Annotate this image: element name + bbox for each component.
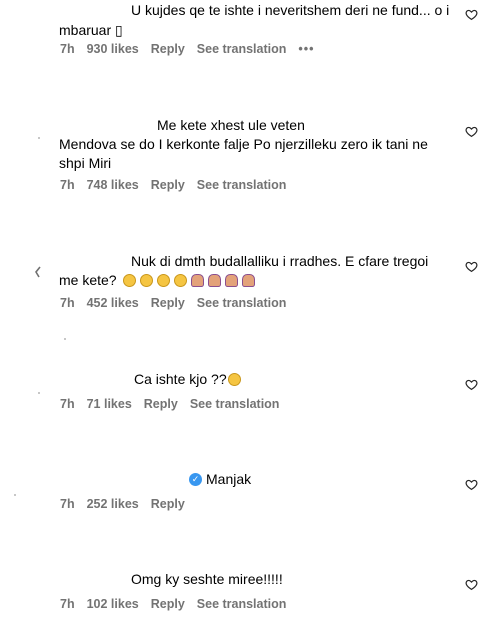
avatar-fragment — [35, 266, 41, 278]
see-translation-link[interactable]: See translation — [197, 597, 287, 611]
comment-meta: 7h 748 likes Reply See translation — [60, 178, 286, 192]
heart-outline-icon[interactable] — [465, 478, 478, 491]
reply-button[interactable]: Reply — [144, 397, 178, 411]
likes-count[interactable]: 930 likes — [87, 42, 139, 56]
comment-text-wrap: ✓ Manjak — [189, 470, 251, 489]
laughing-emoji-icon — [227, 373, 241, 386]
comment-text-line2-wrap: me kete? — [59, 271, 257, 290]
reply-button[interactable]: Reply — [151, 42, 185, 56]
timestamp: 7h — [60, 397, 75, 411]
rolling-eyes-emoji-icon — [156, 274, 170, 287]
speck — [64, 338, 66, 340]
heart-outline-icon[interactable] — [465, 378, 478, 391]
comment-meta: 7h 71 likes Reply See translation — [60, 397, 279, 411]
comment-text: Nuk di dmth budallalliku i rradhes. E cf… — [131, 253, 429, 269]
comment-meta: 7h 102 likes Reply See translation — [60, 597, 286, 611]
see-translation-link[interactable]: See translation — [197, 178, 287, 192]
timestamp: 7h — [60, 178, 75, 192]
reply-button[interactable]: Reply — [151, 497, 185, 511]
heart-outline-icon[interactable] — [465, 260, 478, 273]
likes-count[interactable]: 452 likes — [87, 296, 139, 310]
likes-count[interactable]: 252 likes — [87, 497, 139, 511]
emoji-group — [122, 274, 257, 287]
comment-text-line3: shpi Miri — [59, 155, 112, 171]
heart-outline-icon[interactable] — [465, 8, 478, 21]
see-translation-link[interactable]: See translation — [190, 397, 280, 411]
rolling-eyes-emoji-icon — [139, 274, 153, 287]
avatar-fragment — [14, 494, 16, 496]
timestamp: 7h — [60, 42, 75, 56]
see-translation-link[interactable]: See translation — [197, 42, 287, 56]
rolling-eyes-emoji-icon — [173, 274, 187, 287]
avatar-fragment — [38, 137, 40, 139]
reply-button[interactable]: Reply — [151, 178, 185, 192]
comment-text: Me kete xhest ule veten — [157, 117, 305, 133]
comment-text-line2: me kete? — [59, 272, 117, 288]
likes-count[interactable]: 102 likes — [87, 597, 139, 611]
reply-button[interactable]: Reply — [151, 296, 185, 310]
likes-count[interactable]: 71 likes — [87, 397, 132, 411]
facepalm-emoji-icon — [190, 274, 204, 287]
comment-text: U kujdes qe te ishte i neveritshem deri … — [131, 2, 450, 18]
comment-text: Ca ishte kjo ?? — [134, 371, 227, 387]
likes-count[interactable]: 748 likes — [87, 178, 139, 192]
timestamp: 7h — [60, 597, 75, 611]
avatar-fragment — [38, 392, 40, 394]
heart-outline-icon[interactable] — [465, 125, 478, 138]
verified-badge-icon: ✓ — [189, 473, 202, 486]
comment-text: Omg ky seshte miree!!!!! — [131, 571, 283, 587]
comment-meta: 7h 252 likes Reply — [60, 497, 185, 511]
timestamp: 7h — [60, 296, 75, 310]
comment-text-line2: Mendova se do I kerkonte falje Po njerzi… — [59, 136, 428, 152]
comment-text-line2: mbaruar ▯ — [59, 22, 123, 38]
heart-outline-icon[interactable] — [465, 578, 478, 591]
timestamp: 7h — [60, 497, 75, 511]
more-options-icon[interactable]: ••• — [298, 42, 314, 56]
comment-meta: 7h 930 likes Reply See translation ••• — [60, 42, 315, 56]
comment-meta: 7h 452 likes Reply See translation — [60, 296, 286, 310]
facepalm-emoji-icon — [241, 274, 255, 287]
facepalm-emoji-icon — [224, 274, 238, 287]
comment-text: Manjak — [206, 471, 252, 487]
facepalm-emoji-icon — [207, 274, 221, 287]
comment-text-wrap: Ca ishte kjo ?? — [134, 370, 243, 389]
see-translation-link[interactable]: See translation — [197, 296, 287, 310]
reply-button[interactable]: Reply — [151, 597, 185, 611]
rolling-eyes-emoji-icon — [122, 274, 136, 287]
